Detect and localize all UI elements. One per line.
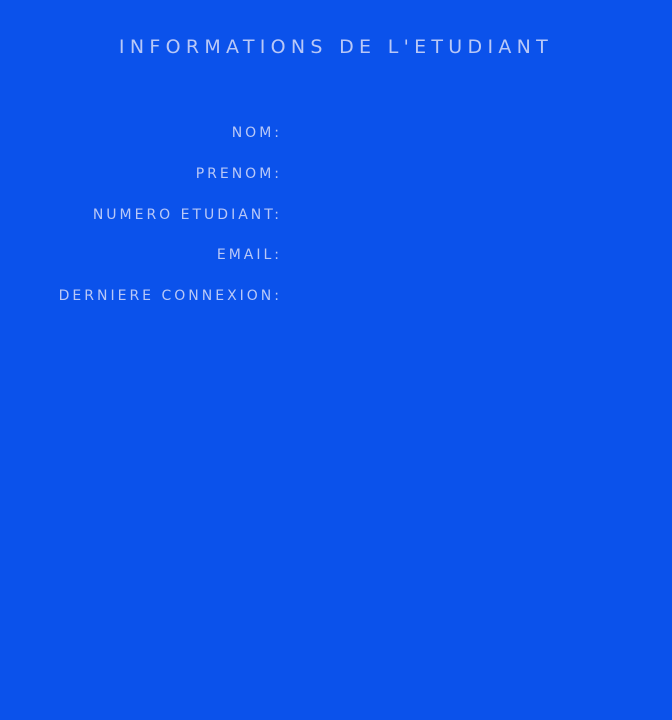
- field-label-numero-etudiant: NUMERO ETUDIANT:: [92, 206, 282, 223]
- student-info-panel: INFORMATIONS DE L'ETUDIANT NOM: PRENOM: …: [0, 0, 672, 720]
- field-label-derniere-connexion: DERNIERE CONNEXION:: [58, 288, 282, 305]
- page-title: INFORMATIONS DE L'ETUDIANT: [118, 36, 554, 58]
- field-label-nom: NOM:: [231, 125, 282, 141]
- field-row-email: EMAIL:: [0, 241, 672, 282]
- field-row-prenom: PRENOM:: [0, 160, 672, 201]
- field-label-prenom: PRENOM:: [195, 165, 282, 182]
- field-row-derniere-connexion: DERNIERE CONNEXION:: [0, 282, 672, 323]
- field-row-numero-etudiant: NUMERO ETUDIANT:: [0, 201, 672, 242]
- field-label-email: EMAIL:: [216, 247, 282, 264]
- student-fields-list: NOM: PRENOM: NUMERO ETUDIANT: EMAIL: DER…: [0, 119, 672, 323]
- field-row-nom: NOM:: [0, 119, 672, 160]
